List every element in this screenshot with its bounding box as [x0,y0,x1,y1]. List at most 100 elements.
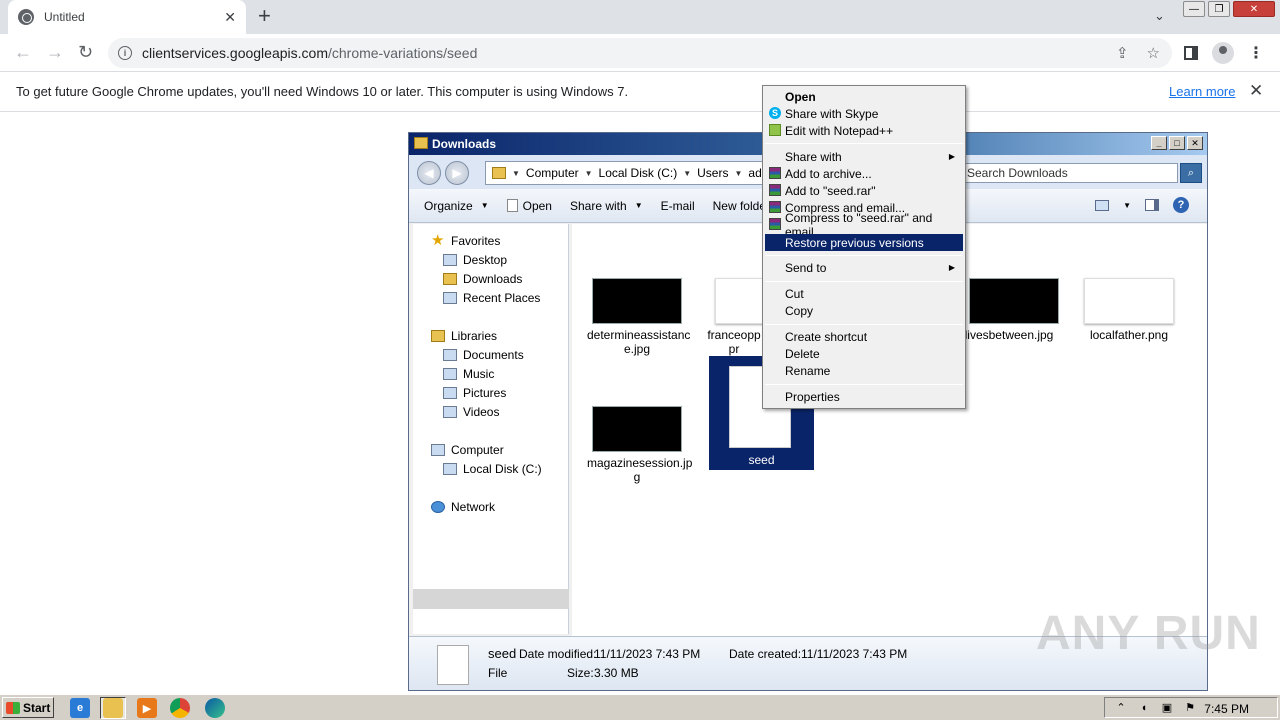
menu-delete[interactable]: Delete [765,345,963,362]
chevron-down-icon[interactable]: ▼ [734,169,742,178]
breadcrumb-local-disk[interactable]: Local Disk (C:) [599,166,678,180]
side-panel-icon[interactable] [1184,46,1198,60]
minimize-button[interactable]: — [1183,1,1205,17]
forward-icon[interactable]: → [46,42,64,62]
nav-recent-label: Recent Places [463,291,541,305]
site-info-icon[interactable]: i [118,46,132,60]
nav-videos[interactable]: Videos [443,403,499,421]
skype-icon: S [769,107,781,119]
edge-icon[interactable] [205,698,225,718]
file-thumbnail[interactable] [592,406,682,452]
internet-explorer-icon[interactable]: e [70,698,90,718]
explorer-maximize-button[interactable]: □ [1169,136,1185,150]
explorer-folder-icon[interactable] [103,698,123,718]
search-icon[interactable]: ⌕ [1180,163,1202,183]
share-icon[interactable]: ⇪ [1116,44,1129,62]
menu-add-archive[interactable]: Add to archive... [765,165,963,182]
nav-music[interactable]: Music [443,365,494,383]
menu-properties[interactable]: Properties [765,388,963,405]
file-label[interactable]: localfather.png [1079,328,1179,342]
chevron-down-icon[interactable]: ▼ [1123,201,1131,210]
open-button[interactable]: Open [506,199,552,213]
file-thumbnail[interactable] [1084,278,1174,324]
nav-recent-places[interactable]: Recent Places [443,289,540,307]
explorer-search-input[interactable]: Search Downloads [964,163,1178,183]
email-button[interactable]: E-mail [661,199,695,213]
reload-icon[interactable]: ↻ [78,42,93,62]
menu-cut[interactable]: Cut [765,285,963,302]
chrome-icon[interactable] [170,698,190,718]
organize-button[interactable]: Organize ▼ [424,199,489,213]
nav-libraries[interactable]: Libraries [431,327,497,345]
menu-rename[interactable]: Rename [765,362,963,379]
explorer-forward-button[interactable]: ▶ [445,161,469,185]
chevron-down-icon[interactable]: ▼ [512,169,520,178]
menu-share-with[interactable]: Share with ▶ [765,148,963,165]
views-icon[interactable] [1095,199,1110,211]
menu-copy-label: Copy [785,303,814,318]
nav-desktop[interactable]: Desktop [443,251,507,269]
help-icon[interactable]: ? [1173,197,1189,213]
menu-add-rar[interactable]: Add to "seed.rar" [765,182,963,199]
file-label[interactable]: livesbetween.jpg [959,328,1059,342]
chevron-down-icon[interactable]: ▼ [585,169,593,178]
clock[interactable]: 7:45 PM [1204,702,1249,716]
menu-open[interactable]: Open [765,88,963,105]
chevron-down-icon[interactable]: ▼ [683,169,691,178]
menu-restore-previous-versions[interactable]: Restore previous versions [765,234,963,251]
explorer-close-button[interactable]: ✕ [1187,136,1203,150]
learn-more-link[interactable]: Learn more [1169,84,1235,99]
volume-icon[interactable]: ◖ [1137,702,1151,714]
nav-favorites[interactable]: ★ Favorites [431,232,500,250]
menu-add-rar-label: Add to "seed.rar" [785,183,876,198]
explorer-title: Downloads [432,137,497,151]
action-center-flag-icon[interactable]: ⚑ [1183,702,1197,714]
explorer-window-controls: _ □ ✕ [1151,136,1203,150]
address-bar[interactable]: i clientservices.googleapis.com /chrome-… [108,38,1172,68]
nav-computer[interactable]: Computer [431,441,504,459]
close-window-button[interactable]: ✕ [1233,1,1275,17]
details-modified-value: 11/11/2023 7:43 PM [594,647,701,661]
bookmark-star-icon[interactable]: ☆ [1147,44,1160,62]
breadcrumb-computer[interactable]: Computer [526,166,579,180]
show-hidden-icons-icon[interactable]: ⌃ [1114,702,1128,714]
menu-send-to[interactable]: Send to ▶ [765,259,963,276]
file-thumbnail[interactable] [969,278,1059,324]
explorer-back-button[interactable]: ◀ [417,161,441,185]
tab-search-icon[interactable]: ⌄ [1154,8,1165,24]
nav-documents[interactable]: Documents [443,346,524,364]
nav-pictures[interactable]: Pictures [443,384,506,402]
infobar-close-icon[interactable]: ✕ [1249,81,1263,101]
profile-avatar-icon[interactable] [1212,42,1234,64]
new-tab-button[interactable]: + [258,5,271,27]
browser-tab[interactable]: Untitled ✕ [8,0,246,34]
menu-restore-label: Restore previous versions [785,235,924,250]
menu-share-skype[interactable]: S Share with Skype [765,105,963,122]
nav-downloads[interactable]: Downloads [443,270,522,288]
file-label[interactable]: magazinesession.jp g [587,456,692,484]
menu-add-archive-label: Add to archive... [785,166,872,181]
nav-documents-label: Documents [463,348,524,362]
menu-copy[interactable]: Copy [765,302,963,319]
menu-kebab-icon[interactable]: ⋮ [1248,43,1264,63]
back-icon[interactable]: ← [14,42,32,62]
nav-local-disk[interactable]: Local Disk (C:) [443,460,542,478]
file-thumbnail[interactable] [592,278,682,324]
network-tray-icon[interactable]: ▣ [1160,702,1174,714]
breadcrumb-users[interactable]: Users [697,166,728,180]
nav-network[interactable]: Network [431,498,495,516]
explorer-minimize-button[interactable]: _ [1151,136,1167,150]
menu-create-shortcut[interactable]: Create shortcut [765,328,963,345]
media-player-icon[interactable]: ▶ [137,698,157,718]
submenu-arrow-icon: ▶ [948,152,955,161]
start-button[interactable]: Start [2,697,54,718]
preview-pane-icon[interactable] [1145,199,1159,211]
file-label[interactable]: franceopp pr [702,328,766,356]
file-label[interactable]: determineassistanc e.jpg [587,328,690,356]
tab-close-icon[interactable]: ✕ [224,9,236,26]
menu-compress-rar-email[interactable]: Compress to "seed.rar" and email [765,211,963,239]
menu-edit-notepadpp[interactable]: Edit with Notepad++ [765,122,963,139]
nav-videos-label: Videos [463,405,500,419]
restore-button[interactable]: ❐ [1208,1,1230,17]
share-with-button[interactable]: Share with ▼ [570,199,643,213]
